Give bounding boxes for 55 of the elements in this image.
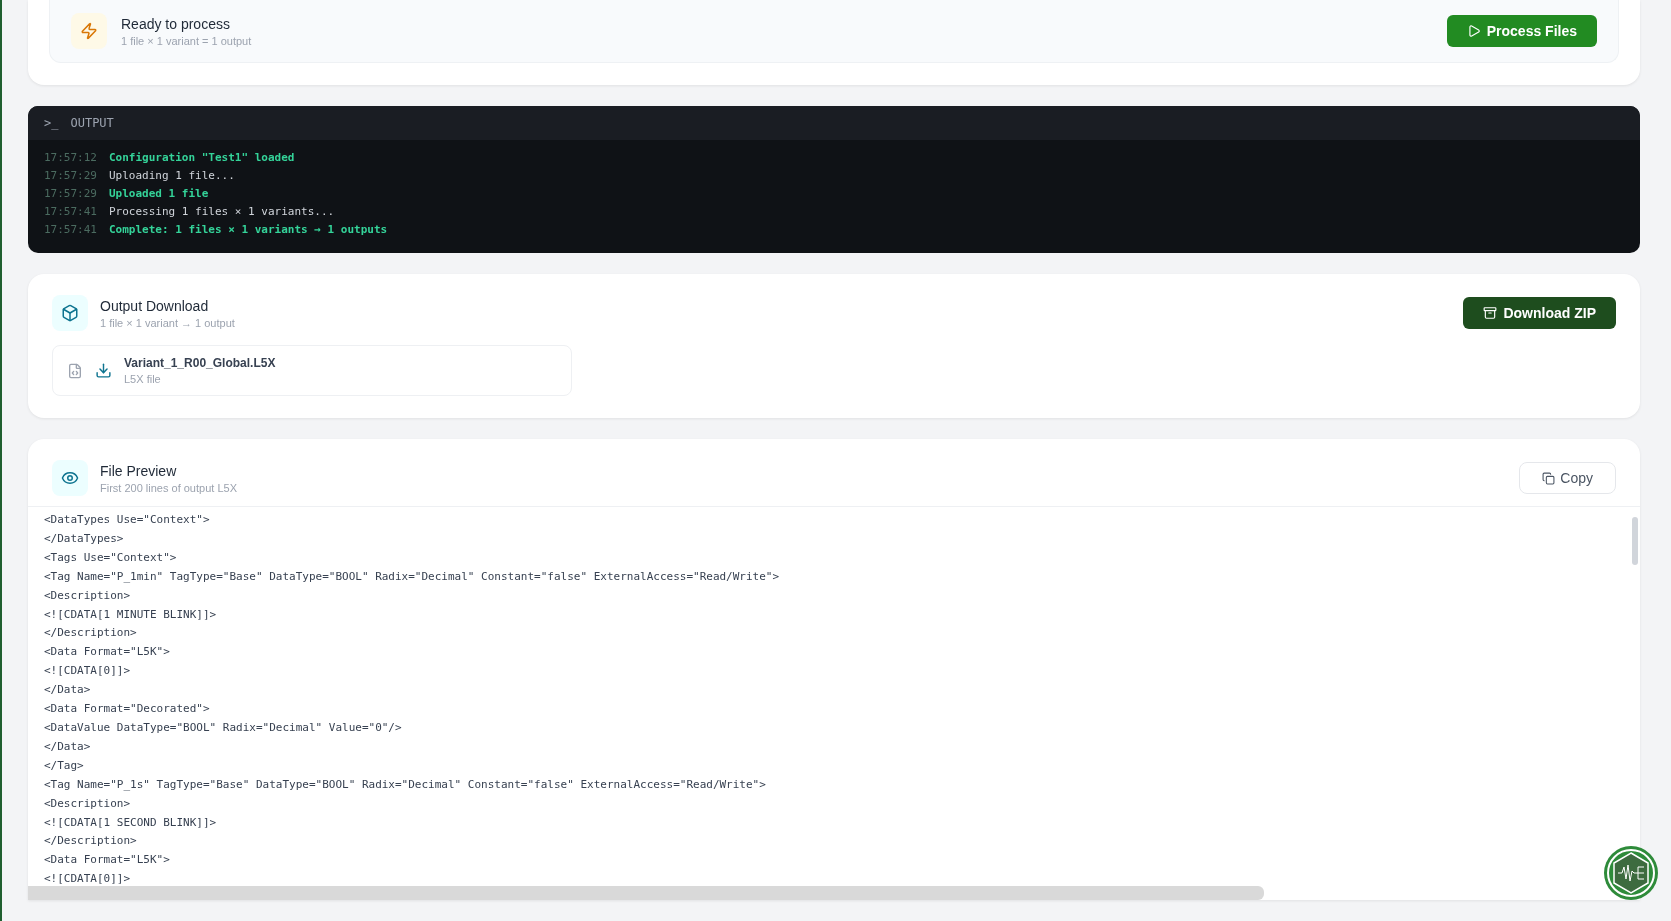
log-time: 17:57:41	[44, 222, 97, 238]
play-icon	[1466, 24, 1481, 38]
code-line: </DataTypes>	[44, 530, 125, 547]
process-title: Ready to process	[121, 15, 231, 32]
code-line: </Data>	[44, 738, 92, 755]
file-item[interactable]: Variant_1_R00_Global.L5X L5X file	[52, 345, 572, 396]
log-message: Configuration "Test1" loaded	[109, 150, 295, 166]
file-type: L5X file	[124, 373, 162, 385]
code-line: <Description>	[44, 795, 132, 812]
code-line: <Tags Use="Context">	[44, 549, 178, 566]
code-line: <Data Format="Decorated">	[44, 701, 211, 718]
code-line: <DataTypes Use="Context">	[44, 512, 211, 528]
code-line: <Description>	[44, 587, 132, 604]
preview-title: File Preview	[100, 462, 178, 479]
prompt-icon: >_	[44, 116, 59, 130]
code-line: <![CDATA[1 MINUTE BLINK]]>	[44, 606, 218, 623]
code-line: <Data Format="L5K">	[44, 644, 171, 661]
cube-icon	[52, 295, 88, 331]
console-title: OUTPUT	[70, 116, 114, 130]
code-line: <Tag Name="P_1min" TagType="Base" DataType="BOOL" Radix="Decimal" Constant="false" ExternalAccess="Read/Write">	[44, 568, 781, 585]
log-time: 17:57:12	[44, 150, 97, 166]
code-line: <Data Format="L5K">	[44, 852, 171, 869]
copy-button[interactable]: Copy	[1519, 462, 1616, 494]
logo-icon[interactable]	[1603, 845, 1659, 901]
download-icon[interactable]	[95, 362, 112, 379]
log-time: 17:57:29	[44, 186, 97, 202]
code-line: </Description>	[44, 833, 138, 850]
copy-icon	[1542, 471, 1556, 485]
code-line: </Tag>	[44, 757, 85, 774]
log-message: Complete: 1 files × 1 variants → 1 outputs	[109, 222, 388, 238]
file-name: Variant_1_R00_Global.L5X	[124, 356, 277, 370]
process-files-button[interactable]: Process Files	[1446, 15, 1597, 47]
code-line: </Data>	[44, 682, 92, 699]
scrollbar-thumb[interactable]	[28, 886, 1264, 900]
code-line: <![CDATA[0]]>	[44, 871, 132, 888]
scrollbar-thumb[interactable]	[1632, 517, 1638, 565]
code-line: <![CDATA[1 SECOND BLINK]]>	[44, 814, 218, 831]
log-message: Processing 1 files × 1 variants...	[109, 204, 335, 220]
eye-icon	[52, 460, 88, 496]
download-zip-button[interactable]: Download ZIP	[1463, 297, 1616, 329]
log-message: Uploading 1 file...	[109, 168, 235, 184]
code-line: </Description>	[44, 625, 138, 642]
process-summary: 1 file × 1 variant = 1 output	[121, 34, 253, 47]
archive-icon	[1483, 306, 1498, 320]
log-time: 17:57:41	[44, 204, 97, 220]
preview-summary: First 200 lines of output L5X	[100, 481, 238, 494]
log-message: Uploaded 1 file	[109, 186, 209, 202]
log-time: 17:57:29	[44, 168, 97, 184]
code-line: <![CDATA[0]]>	[44, 663, 132, 680]
lightning-icon	[71, 13, 107, 49]
code-line: <Tag Name="P_1s" TagType="Base" DataType="BOOL" Radix="Decimal" Constant="false" ExternalAccess="Read/Write">	[44, 776, 767, 793]
download-summary: 1 file × 1 variant → 1 output	[100, 316, 236, 329]
code-line: <DataValue DataType="BOOL" Radix="Decimal" Value="0"/>	[44, 719, 403, 736]
code-file-icon	[67, 362, 83, 379]
download-title: Output Download	[100, 297, 210, 314]
